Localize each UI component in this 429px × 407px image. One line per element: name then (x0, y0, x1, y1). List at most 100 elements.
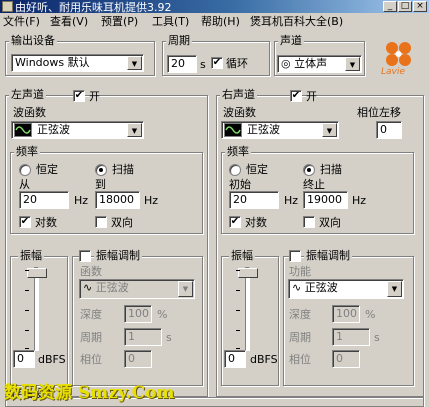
right-amplitude-tick (236, 330, 240, 331)
left-amplitude-label: 振幅 (18, 249, 44, 262)
stereo-icon: ◎ (281, 57, 295, 70)
menu-help[interactable]: 帮助(H) (201, 15, 240, 28)
left-amplitude-input[interactable]: 0 (13, 350, 35, 368)
chevron-down-icon[interactable]: ▼ (127, 123, 142, 137)
right-amplitude-thumb[interactable] (238, 268, 258, 278)
right-amplitude-tick (236, 310, 240, 311)
close-button[interactable]: × (413, 1, 427, 12)
left-mod-func-value: 正弦波 (95, 281, 129, 294)
right-frequency-label: 频率 (225, 145, 251, 158)
left-sweep-label: 扫描 (112, 163, 134, 176)
chevron-down-icon[interactable]: ▼ (127, 56, 142, 70)
period-input[interactable]: 20 (167, 55, 197, 73)
left-waveform-value: 正弦波 (37, 123, 70, 136)
left-from-label: 从 (19, 178, 30, 191)
menu-file[interactable]: 文件(F) (3, 15, 40, 28)
period-unit: s (200, 58, 206, 71)
menu-bar: 文件(F) 查看(V) 预置(P) 工具(T) 帮助(H) 煲耳机百科大全(B) (0, 13, 429, 30)
right-bidir-checkbox[interactable] (303, 216, 315, 228)
left-mod-depth-input[interactable]: 100 (124, 305, 152, 323)
left-waveform-select[interactable]: 正弦波 ▼ (11, 121, 144, 139)
loop-checkbox[interactable]: ✔ (211, 57, 223, 69)
left-to-label: 到 (95, 178, 106, 191)
channel-mode-label: 声道 (278, 34, 304, 47)
phase-shift-input[interactable]: 0 (376, 121, 402, 139)
right-amplitude-tick (236, 348, 240, 349)
app-icon (2, 1, 13, 12)
chevron-down-icon[interactable]: ▼ (387, 281, 402, 297)
left-to-input[interactable]: 18000 (95, 191, 140, 209)
menu-headphone-wiki[interactable]: 煲耳机百科大全(B) (250, 15, 343, 28)
right-fixed-radio[interactable] (229, 164, 241, 176)
chevron-down-icon[interactable]: ▼ (345, 57, 360, 71)
right-enable-checkbox[interactable]: ✔ (290, 90, 302, 102)
left-mod-phase-label: 相位 (80, 353, 102, 366)
phase-shift-label: 相位左移 (357, 106, 401, 119)
right-modulation-checkbox[interactable] (289, 250, 301, 262)
right-mod-func-select[interactable]: ∿ 正弦波 ▼ (288, 279, 404, 299)
left-bidir-checkbox[interactable] (95, 216, 107, 228)
sine-wave-icon (14, 123, 32, 137)
menu-preset[interactable]: 预置(P) (101, 15, 138, 28)
left-mod-period-label: 周期 (80, 331, 102, 344)
right-modulation-label: 振幅调制 (304, 249, 352, 262)
right-log-label: 对数 (245, 216, 267, 229)
output-device-select[interactable]: Windows 默认 ▼ (11, 54, 144, 72)
left-modulation-checkbox[interactable] (79, 250, 91, 262)
left-channel-title: 左声道 (9, 88, 46, 101)
right-waveform-select[interactable]: 正弦波 ▼ (221, 121, 339, 139)
right-amplitude-track[interactable] (245, 267, 250, 351)
maximize-button[interactable]: □ (398, 1, 412, 12)
right-from-unit: Hz (284, 194, 299, 207)
left-mod-period-input[interactable]: 1 (124, 328, 162, 346)
right-waveform-value: 正弦波 (247, 123, 280, 136)
menu-view[interactable]: 查看(V) (50, 15, 88, 28)
left-sweep-radio[interactable] (95, 164, 107, 176)
left-frequency-label: 频率 (14, 145, 40, 158)
sine-wave-icon: ∿ (292, 281, 305, 294)
right-bidir-label: 双向 (319, 216, 341, 229)
right-to-input[interactable]: 19000 (303, 191, 348, 209)
right-mod-func-label: 功能 (289, 265, 311, 278)
right-mod-phase-input[interactable]: 0 (332, 350, 360, 368)
right-from-input[interactable]: 20 (229, 191, 279, 209)
right-to-unit: Hz (352, 194, 367, 207)
left-amplitude-track[interactable] (34, 267, 39, 351)
sine-wave-icon (224, 123, 242, 137)
right-enable-label: 开 (306, 90, 317, 103)
left-mod-depth-unit: % (157, 308, 168, 321)
left-mod-phase-input[interactable]: 0 (124, 350, 152, 368)
minimize-button[interactable]: _ (383, 1, 397, 12)
channel-mode-select[interactable]: ◎ 立体声 ▼ (277, 55, 362, 73)
right-sweep-radio[interactable] (303, 164, 315, 176)
chevron-down-icon[interactable]: ▼ (178, 281, 193, 297)
right-mod-period-input[interactable]: 1 (332, 328, 370, 346)
right-log-checkbox[interactable]: ✔ (229, 216, 241, 228)
right-mod-depth-label: 深度 (289, 308, 311, 321)
channel-mode-value: 立体声 (294, 57, 328, 70)
right-mod-depth-input[interactable]: 100 (332, 305, 360, 323)
right-amplitude-tick (236, 270, 240, 271)
chevron-down-icon[interactable]: ▼ (322, 123, 337, 137)
right-mod-period-unit: s (374, 331, 380, 344)
right-mod-func-value: 正弦波 (304, 281, 338, 294)
left-enable-label: 开 (89, 90, 100, 103)
right-fixed-label: 恒定 (246, 163, 268, 176)
output-device-label: 输出设备 (9, 34, 57, 47)
right-channel-title: 右声道 (220, 88, 257, 101)
left-log-checkbox[interactable]: ✔ (19, 216, 31, 228)
watermark-text: 数码资源 Smzy.Com (4, 383, 175, 403)
left-from-input[interactable]: 20 (19, 191, 69, 209)
left-fixed-radio[interactable] (19, 164, 31, 176)
menu-tools[interactable]: 工具(T) (152, 15, 189, 28)
left-mod-func-select[interactable]: ∿ 正弦波 ▼ (79, 279, 195, 299)
output-device-value: Windows 默认 (15, 56, 90, 69)
right-amplitude-input[interactable]: 0 (224, 350, 246, 368)
right-mod-depth-unit: % (365, 308, 376, 321)
left-waveform-label: 波函数 (13, 106, 46, 119)
left-mod-func-label: 函数 (80, 265, 102, 278)
left-enable-checkbox[interactable]: ✔ (73, 90, 85, 102)
right-to-label: 终止 (303, 178, 325, 191)
left-amplitude-thumb[interactable] (27, 268, 47, 278)
left-mod-depth-label: 深度 (80, 308, 102, 321)
